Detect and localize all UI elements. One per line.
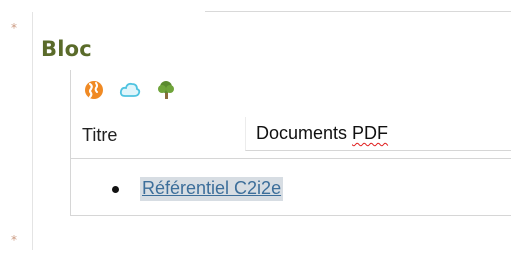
globe-icon bbox=[85, 81, 103, 99]
globe-button[interactable] bbox=[83, 79, 105, 101]
tree-icon bbox=[158, 81, 174, 99]
cloud-icon bbox=[119, 82, 141, 97]
bottom-required-marker: * bbox=[11, 233, 17, 247]
list-item: Référentiel C2i2e bbox=[112, 176, 284, 202]
tree-button[interactable] bbox=[155, 79, 177, 101]
bloc-list: Référentiel C2i2e bbox=[112, 176, 284, 202]
bloc-left-border bbox=[70, 70, 71, 216]
bullet-icon bbox=[112, 185, 119, 193]
bloc-bottom-border bbox=[70, 215, 511, 216]
cloud-button[interactable] bbox=[119, 79, 141, 101]
bloc-heading: Bloc bbox=[41, 37, 92, 61]
misspelled-word[interactable]: PDF bbox=[352, 123, 388, 143]
bloc-row-divider bbox=[70, 158, 511, 159]
referentiel-link[interactable]: Référentiel C2i2e bbox=[140, 177, 284, 201]
top-divider bbox=[205, 11, 511, 12]
top-required-marker: * bbox=[11, 21, 17, 35]
title-field-input[interactable]: Documents PDF bbox=[245, 117, 511, 151]
title-field-label: Titre bbox=[82, 125, 118, 145]
bloc-toolbar bbox=[83, 79, 177, 101]
title-field-value: Documents bbox=[256, 123, 353, 143]
left-rail bbox=[32, 12, 33, 250]
